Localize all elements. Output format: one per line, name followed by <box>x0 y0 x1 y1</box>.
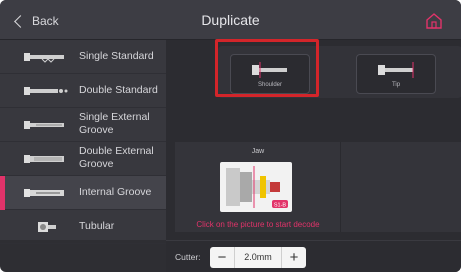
top-bar: Back Duplicate <box>0 0 461 40</box>
double-standard-key-icon <box>24 87 68 95</box>
sidebar-item-tubular[interactable]: Tubular <box>0 210 166 244</box>
decrease-button[interactable]: − <box>210 247 234 268</box>
cutter-bar: Cutter: − 2.0mm + <box>166 240 461 272</box>
key-type-sidebar: Single Standard Double Standard Single E… <box>0 40 166 244</box>
double-external-groove-key-icon <box>24 155 64 163</box>
page-title: Duplicate <box>201 12 260 28</box>
duplicate-screen: Back Duplicate Single Standard Double St <box>0 0 461 272</box>
sidebar-item-label: Double Standard <box>79 84 158 96</box>
jaw-picture[interactable]: S1-B <box>220 162 292 212</box>
decode-area: Jaw S1-B Click on the picture to start d… <box>175 142 461 232</box>
cutter-label: Cutter: <box>175 252 201 262</box>
sidebar-item-label: Single External Groove <box>79 111 150 136</box>
sidebar-item-label: Internal Groove <box>79 186 152 198</box>
sidebar-item-internal-groove[interactable]: Internal Groove <box>0 176 166 210</box>
internal-groove-key-icon <box>24 189 64 197</box>
sidebar-item-double-external-groove[interactable]: Double External Groove <box>0 142 166 176</box>
sidebar-item-single-external-groove[interactable]: Single External Groove <box>0 108 166 142</box>
cutter-value: 2.0mm <box>234 247 282 268</box>
sidebar-item-single-standard[interactable]: Single Standard <box>0 40 166 74</box>
active-indicator <box>0 176 5 210</box>
sidebar-item-label: Double External Groove <box>79 145 154 170</box>
sidebar-item-double-standard[interactable]: Double Standard <box>0 74 166 108</box>
tubular-key-icon <box>38 222 56 232</box>
tip-key-icon <box>378 62 414 78</box>
single-external-groove-key-icon <box>24 121 64 129</box>
increase-button[interactable]: + <box>282 247 306 268</box>
sidebar-item-label: Tubular <box>79 220 115 232</box>
jaw-clamp-image: S1-B <box>226 166 288 209</box>
tip-mode-button[interactable]: Tip <box>356 54 436 94</box>
single-standard-key-icon <box>24 53 64 63</box>
jaw-badge: S1-B <box>274 203 287 209</box>
jaw-label: Jaw <box>251 148 265 155</box>
selection-highlight <box>215 39 319 97</box>
cutter-stepper[interactable]: − 2.0mm + <box>210 247 306 268</box>
jaw-panel: Jaw S1-B Click on the picture to start d… <box>175 142 341 232</box>
tip-label: Tip <box>391 82 401 88</box>
home-icon[interactable] <box>425 12 443 30</box>
decode-hint: Click on the picture to start decode <box>196 220 320 229</box>
sidebar-item-label: Single Standard <box>79 50 154 62</box>
